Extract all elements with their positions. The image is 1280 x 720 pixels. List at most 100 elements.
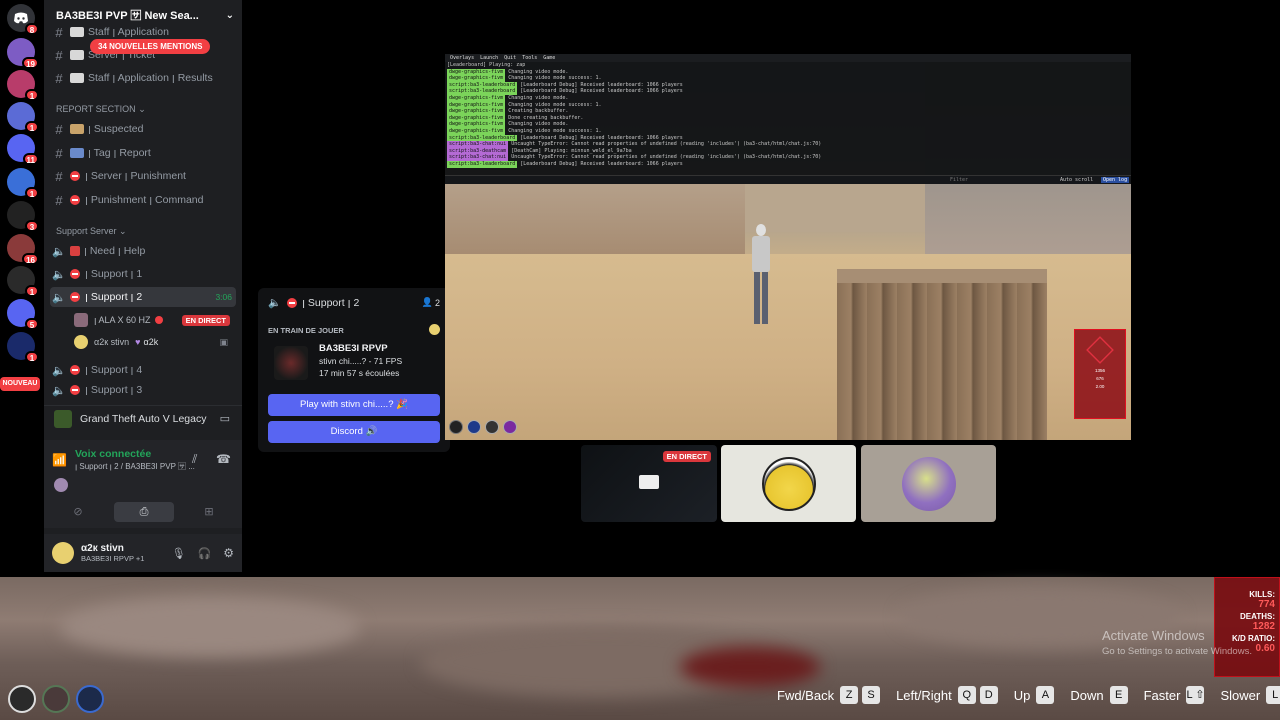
unread-badge: 1 — [25, 187, 39, 199]
user-panel: α2к stivn BA3BE3I RPVP +1 🎙 🎧 ⚙ — [44, 534, 242, 572]
disconnect-icon[interactable]: ☎ — [216, 452, 231, 466]
microphone-icon[interactable]: 🎙 — [172, 547, 186, 560]
monitor-icon — [639, 475, 659, 489]
channel-tag-report[interactable]: # ꞁ Tag ꞁ Report — [50, 143, 236, 163]
mentions-badge[interactable]: 34 NOUVELLES MENTIONS — [90, 39, 211, 54]
filter-field[interactable]: Filter — [950, 177, 968, 183]
signal-icon: 📶 — [52, 453, 67, 467]
server-icon[interactable]: 1 — [7, 266, 39, 297]
open-log-button[interactable]: Open log — [1101, 177, 1130, 183]
avatar[interactable] — [52, 542, 74, 564]
server-icon[interactable]: 16 — [7, 234, 39, 265]
menu-launch[interactable]: Launch — [480, 54, 498, 62]
console-source-tag: script:ba3-deathcam — [447, 147, 509, 155]
user-count-icon: 👤 — [421, 297, 433, 307]
stream-tile-user[interactable] — [861, 445, 996, 522]
menu-icon — [503, 420, 517, 434]
channel-support-1[interactable]: 🔈 ꞁ Support ꞁ 1 — [50, 264, 236, 284]
console-source-tag: dwge-graphics-fivm — [447, 121, 506, 128]
console-input[interactable]: Filter Auto scroll Open log — [445, 175, 1131, 184]
voice-user[interactable]: α2к stivn ♥ α2k ▣ — [74, 332, 236, 352]
activity-elapsed: 17 min 57 s écoulées — [319, 368, 400, 378]
gta-icon — [54, 409, 72, 428]
control-label: Up — [1013, 687, 1031, 703]
console-message: [Leaderboard Debug] Received leaderboard… — [520, 160, 683, 167]
channel-label: ꞁ Punishment ꞁ Command — [85, 194, 204, 206]
play-with-button[interactable]: Play with stivn chi.....? 🎉 — [268, 394, 440, 416]
voice-status: Voix connectée — [74, 448, 152, 460]
console-menubar: Overlays Launch Quit Tools Game — [445, 54, 1131, 62]
muted-icon — [154, 316, 163, 324]
channel-punishment-command[interactable]: # ꞁ Punishment ꞁ Command — [50, 190, 236, 210]
category-support-server[interactable]: Support Server ⌄ — [56, 226, 127, 237]
menu-quit[interactable]: Quit — [504, 54, 516, 62]
channel-support-4[interactable]: 🔈 ꞁ Support ꞁ 4 — [50, 360, 236, 380]
server-icon[interactable]: 5 — [7, 299, 39, 330]
screen-share-button[interactable]: ⎙ — [114, 502, 174, 522]
dev-console: Overlays Launch Quit Tools Game [Leaderb… — [445, 54, 1131, 184]
activities-button[interactable]: ⊞ — [180, 502, 238, 522]
unread-badge: 19 — [22, 57, 39, 69]
unread-badge: 1 — [25, 89, 39, 101]
channel-support-3[interactable]: 🔈 ꞁ Support ꞁ 3 — [50, 383, 236, 397]
live-badge: EN DIRECT — [662, 451, 711, 462]
discord-home-icon[interactable]: 8 — [7, 4, 39, 35]
menu-overlays[interactable]: Overlays — [450, 54, 474, 62]
discord-button[interactable]: Discord 🔊 — [268, 421, 440, 443]
activity-heading: EN TRAIN DE JOUER — [268, 326, 344, 335]
avatar — [762, 457, 816, 511]
console-line: script:ba3-chat:nui Uncaught TypeError: C… — [445, 141, 1131, 148]
channel-suspected[interactable]: # ꞁ Suspected — [50, 119, 236, 139]
speaker-icon: 🔈 — [52, 364, 66, 377]
voice-icon — [8, 685, 36, 713]
category-report-section[interactable]: REPORT SECTION ⌄ — [56, 104, 146, 115]
headphones-icon[interactable]: 🎧 — [198, 547, 212, 560]
console-source-tag: dwge-graphics-fivm — [447, 68, 506, 76]
no-entry-icon — [287, 297, 298, 308]
auto-scroll-checkbox[interactable]: Auto scroll — [1060, 177, 1093, 183]
console-source-tag: dwge-graphics-fivm — [447, 108, 506, 115]
server-icon[interactable]: 1 — [7, 102, 39, 133]
user-name: α2к stivn — [94, 337, 130, 347]
stream-tile-user[interactable] — [721, 445, 856, 522]
key-cap: D — [979, 686, 998, 704]
console-message: Changing video mode success: 1. — [508, 75, 602, 82]
key-cap: L — [1266, 686, 1280, 704]
console-line: dwge-graphics-fivm Changing video mode su… — [445, 101, 1131, 109]
voice-channel[interactable]: ꞁ Support ꞁ 2 / BA3BE3I PVP 🈂 ... — [75, 461, 195, 472]
channel-server-punishment[interactable]: # ꞁ Server ꞁ Punishment — [50, 166, 236, 186]
server-icon[interactable]: 1 — [7, 168, 39, 199]
channel-support-2[interactable]: 🔈 ꞁ Support ꞁ 2 3:06 — [50, 287, 236, 307]
hud-deaths: 676 — [1096, 376, 1104, 381]
stream-tile-live[interactable]: EN DIRECT — [581, 445, 717, 522]
server-icon[interactable]: 19 — [7, 38, 39, 69]
server-icon[interactable]: 3 — [7, 201, 39, 232]
server-icon[interactable]: 1 — [7, 70, 39, 101]
server-icon[interactable]: 1 — [7, 332, 39, 363]
channel-label: ꞁ Support ꞁ 3 — [85, 384, 143, 396]
overlay-icon[interactable]: ▭ — [220, 412, 230, 425]
user-name: ꞁ ALA X 60 HZ — [94, 314, 151, 325]
bottom-hud-icons — [8, 685, 104, 713]
activity-detail: stivn chi.....? - 71 FPS — [319, 356, 403, 366]
gear-icon[interactable]: ⚙ — [223, 546, 234, 560]
control-label: Fwd/Back — [777, 687, 835, 703]
console-line: script:ba3-deathcam [DeathCam] Playing: m… — [445, 147, 1131, 155]
deaths-label: DEATHS: — [1240, 612, 1275, 621]
console-line: dwge-graphics-fivm Changing video mode. — [445, 121, 1131, 128]
stream-viewer[interactable]: Overlays Launch Quit Tools Game [Leaderb… — [445, 54, 1131, 440]
camera-off-button[interactable]: ⊘ — [48, 502, 108, 522]
channel-staff-application-results[interactable]: # Staff ꞁ Application ꞁ Results — [50, 68, 236, 88]
avatar — [74, 335, 88, 349]
speaker-icon: 🔈 — [52, 268, 66, 281]
voice-user[interactable]: ꞁ ALA X 60 HZ EN DIRECT — [74, 310, 236, 330]
unread-badge: 1 — [25, 285, 39, 297]
server-icon[interactable]: 11 — [7, 134, 39, 165]
menu-tools[interactable]: Tools — [522, 54, 537, 62]
noise-suppression-icon[interactable]: ⫽ — [192, 452, 197, 467]
app-icon — [429, 324, 440, 335]
menu-game[interactable]: Game — [543, 54, 555, 62]
rock-wall-back — [745, 182, 935, 232]
game-activity[interactable]: Grand Theft Auto V Legacy ▭ — [44, 405, 242, 431]
channel-need-help[interactable]: 🔈 ꞁ Need ꞁ Help — [50, 241, 236, 261]
